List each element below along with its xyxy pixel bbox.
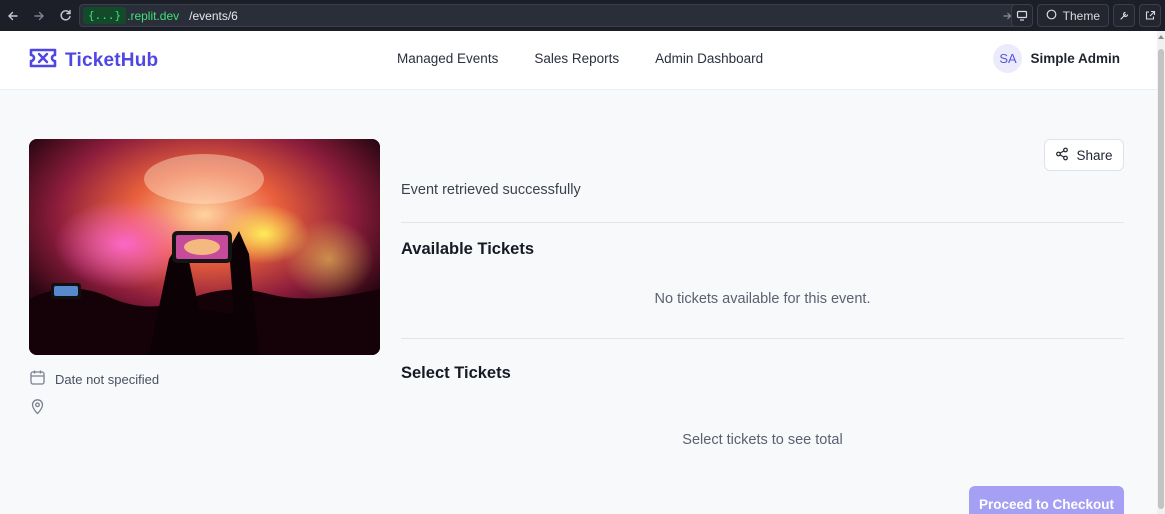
- page-scrollbar[interactable]: [1157, 31, 1165, 514]
- user-name: Simple Admin: [1030, 51, 1120, 66]
- divider: [401, 338, 1124, 339]
- available-tickets-title: Available Tickets: [401, 240, 534, 258]
- reload-icon[interactable]: [52, 0, 78, 31]
- scroll-thumb[interactable]: [1158, 49, 1164, 509]
- share-button[interactable]: Share: [1044, 139, 1124, 171]
- devices-icon[interactable]: [1010, 4, 1033, 27]
- user-menu[interactable]: SA Simple Admin: [993, 44, 1120, 73]
- event-location-row: [29, 398, 55, 418]
- open-external-icon[interactable]: [1139, 4, 1161, 27]
- nav-sales-reports[interactable]: Sales Reports: [534, 51, 619, 66]
- calendar-icon: [29, 369, 46, 389]
- theme-label: Theme: [1062, 8, 1100, 23]
- avatar: SA: [993, 44, 1023, 73]
- logo-text: TicketHub: [65, 49, 159, 71]
- select-tickets-title: Select Tickets: [401, 364, 511, 382]
- available-tickets-empty: No tickets available for this event.: [654, 291, 871, 307]
- event-date-row: Date not specified: [29, 369, 159, 389]
- logo[interactable]: TicketHub: [29, 48, 158, 73]
- url-badge: {...}: [83, 7, 127, 24]
- address-bar[interactable]: {...} .replit.dev /events/6: [79, 4, 1019, 27]
- select-tickets-empty: Select tickets to see total: [682, 432, 843, 448]
- event-date: Date not specified: [55, 371, 160, 387]
- browser-toolbar: {...} .replit.dev /events/6 Theme: [0, 0, 1165, 31]
- ticket-logo-icon: [29, 48, 57, 73]
- proceed-to-checkout-button[interactable]: Proceed to Checkout: [969, 486, 1124, 514]
- event-image: [29, 139, 380, 355]
- share-label: Share: [1076, 147, 1113, 163]
- theme-button[interactable]: Theme: [1036, 4, 1109, 27]
- share-icon: [1055, 147, 1069, 164]
- main-nav: Managed Events Sales Reports Admin Dashb…: [397, 51, 763, 66]
- nav-admin-dashboard[interactable]: Admin Dashboard: [655, 51, 763, 66]
- app-header: TicketHub Managed Events Sales Reports A…: [0, 31, 1157, 90]
- url-path: /events/6: [189, 8, 238, 23]
- back-icon[interactable]: [0, 0, 26, 31]
- forward-icon[interactable]: [26, 0, 52, 31]
- url-domain: .replit.dev: [127, 8, 180, 23]
- status-message: Event retrieved successfully: [401, 182, 581, 198]
- divider: [401, 222, 1124, 223]
- map-pin-icon: [29, 398, 46, 418]
- wrench-icon[interactable]: [1113, 4, 1135, 27]
- nav-managed-events[interactable]: Managed Events: [397, 51, 498, 66]
- scroll-up-icon[interactable]: [1158, 35, 1164, 39]
- palette-icon: [1046, 9, 1057, 23]
